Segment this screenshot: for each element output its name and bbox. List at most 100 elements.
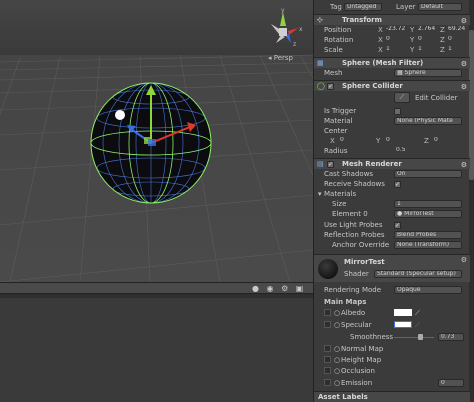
- cast-shadows-dropdown[interactable]: On: [394, 170, 462, 178]
- edit-collider-label: Edit Collider: [415, 94, 458, 102]
- is-trigger-row: Is Trigger: [314, 106, 470, 116]
- materials-size-row: Size 1: [314, 199, 470, 209]
- center-x-field[interactable]: 0: [338, 137, 358, 145]
- height-texture-slot[interactable]: [324, 356, 331, 363]
- edit-collider-row: ⟋ Edit Collider: [314, 92, 470, 104]
- scene-lock-icon[interactable]: ▣: [296, 284, 304, 293]
- persp-label[interactable]: ◂ Persp: [268, 54, 293, 62]
- emission-field[interactable]: 0: [438, 379, 464, 387]
- element0-field[interactable]: ● MirrorTest: [394, 210, 462, 218]
- anchor-override-field[interactable]: None (Transform): [394, 241, 462, 249]
- mesh-renderer-icon: ▤: [317, 160, 324, 168]
- materials-size-field[interactable]: 1: [394, 200, 462, 208]
- rotation-x-field[interactable]: 0: [384, 36, 408, 44]
- smoothness-slider-track[interactable]: [394, 337, 434, 338]
- position-y-field[interactable]: 2.764: [416, 26, 438, 34]
- scene-sphere-icon[interactable]: ●: [252, 284, 259, 293]
- scene-eye-icon[interactable]: ◉: [267, 284, 274, 293]
- material-header[interactable]: MirrorTest Shader Standard (Specular set…: [314, 254, 470, 282]
- mesh-filter-icon: ▦: [317, 59, 324, 67]
- receive-shadows-row: Receive Shadows ✓: [324, 180, 401, 188]
- gizmo-x-cone-icon[interactable]: [288, 28, 298, 35]
- reflection-probes-dropdown[interactable]: Blend Probes: [394, 231, 462, 239]
- albedo-color-swatch[interactable]: [394, 309, 412, 316]
- specular-highlight: [115, 110, 125, 120]
- smoothness-slider-handle[interactable]: [418, 334, 423, 340]
- radius-field[interactable]: 0.5: [394, 147, 424, 155]
- rotation-row: Rotation X0 Y0 Z0: [314, 35, 470, 45]
- emission-texture-slot[interactable]: [324, 379, 331, 386]
- position-x-field[interactable]: -23.72: [384, 26, 408, 34]
- rendering-mode-row: Rendering Mode Opaque: [314, 285, 470, 295]
- center-y-field[interactable]: 0: [384, 137, 404, 145]
- position-row: Position X -23.72 Y 2.764 Z 69.24: [314, 25, 470, 35]
- edit-collider-button[interactable]: ⟋: [394, 92, 410, 103]
- bottom-panel: [0, 294, 313, 402]
- scene-view[interactable]: y x z ◂ Persp: [0, 0, 313, 282]
- mesh-renderer-enabled-checkbox[interactable]: ✓: [327, 161, 334, 168]
- collider-material-field[interactable]: None (Physic Mate: [394, 117, 462, 125]
- light-probes-checkbox[interactable]: ✓: [394, 222, 401, 229]
- asset-labels-header[interactable]: Asset Labels: [314, 391, 470, 402]
- normal-dot-icon: ○: [334, 345, 341, 353]
- receive-shadows-checkbox[interactable]: ✓: [394, 181, 401, 188]
- gizmo-y-cone-icon[interactable]: [280, 12, 286, 26]
- material-gear-icon[interactable]: ⚙: [461, 256, 467, 264]
- occlusion-row: ○ Occlusion: [314, 366, 470, 376]
- specular-texture-slot[interactable]: [324, 321, 331, 328]
- albedo-dot-icon: ○: [334, 309, 341, 317]
- rotation-z-field[interactable]: 0: [446, 36, 468, 44]
- center-label-row: Center: [324, 127, 348, 135]
- albedo-row: ○ Albedo ⟋: [314, 308, 470, 318]
- mesh-renderer-header[interactable]: ▤ ✓ Mesh Renderer ⚙: [314, 158, 470, 169]
- is-trigger-checkbox[interactable]: [394, 108, 401, 115]
- sphere-collider-enabled-checkbox[interactable]: ✓: [327, 83, 334, 90]
- scene-gear-icon[interactable]: ⚙: [281, 284, 288, 293]
- smoothness-field[interactable]: 0.73: [438, 333, 464, 341]
- material-name: MirrorTest: [344, 258, 385, 266]
- occlusion-texture-slot[interactable]: [324, 367, 331, 374]
- sphere-collider-icon: ◯: [317, 82, 325, 90]
- tag-layer-row: Tag Untagged Layer Default: [314, 2, 470, 12]
- bottom-panel-toolbar: ● ◉ ⚙ ▣: [0, 282, 313, 294]
- radius-row: Radius 0.5: [314, 146, 470, 156]
- layer-label: Layer: [396, 3, 416, 11]
- scene-canvas[interactable]: y x z: [0, 0, 313, 282]
- albedo-eyedropper-icon[interactable]: ⟋: [415, 308, 420, 318]
- gizmo-y-label: y: [281, 7, 285, 14]
- anchor-override-row: Anchor Override None (Transform): [314, 240, 470, 250]
- mesh-field[interactable]: ▦ Sphere: [394, 69, 462, 77]
- specular-color-swatch[interactable]: [394, 321, 412, 328]
- panel-tab-icons: ● ◉ ⚙ ▣: [252, 284, 303, 293]
- materials-row[interactable]: ▾ Materials: [314, 189, 470, 199]
- scale-x-field[interactable]: 1: [384, 46, 408, 54]
- center-z-field[interactable]: 0: [432, 137, 452, 145]
- materials-foldout-icon: ▾: [318, 190, 322, 198]
- normal-texture-slot[interactable]: [324, 345, 331, 352]
- transform-header[interactable]: ⊹ Transform ⚙: [314, 14, 470, 25]
- position-z-field[interactable]: 69.24: [446, 26, 468, 34]
- emission-dot-icon: ○: [334, 379, 341, 387]
- specular-dot-icon: ○: [334, 321, 341, 329]
- mesh-filter-header[interactable]: ▦ Sphere (Mesh Filter) ⚙: [314, 57, 470, 68]
- height-map-row: ○ Height Map: [314, 355, 470, 365]
- center-row: X0 Y0 Z0: [314, 136, 470, 146]
- specular-eyedropper-icon[interactable]: ⟋: [415, 320, 420, 330]
- rotation-y-field[interactable]: 0: [416, 36, 438, 44]
- tag-label: Tag: [330, 3, 342, 11]
- collider-material-row: Material None (Physic Mate: [314, 116, 470, 126]
- sphere-collider-header[interactable]: ◯ ✓ Sphere Collider ⚙: [314, 80, 470, 91]
- albedo-texture-slot[interactable]: [324, 309, 331, 316]
- rendering-mode-dropdown[interactable]: Opaque: [394, 286, 462, 294]
- tag-dropdown[interactable]: Untagged: [344, 3, 382, 11]
- persp-text: Persp: [273, 54, 293, 62]
- shader-dropdown[interactable]: Standard (Specular setup): [374, 270, 462, 278]
- normal-map-row: ○ Normal Map: [314, 344, 470, 354]
- orientation-gizmo[interactable]: y x z: [271, 7, 303, 48]
- material-preview-icon: [318, 259, 338, 279]
- inspector-panel: Tag Untagged Layer Default ⊹ Transform ⚙…: [313, 0, 474, 402]
- scale-z-field[interactable]: 1: [446, 46, 468, 54]
- layer-dropdown[interactable]: Default: [418, 3, 462, 11]
- scale-y-field[interactable]: 1: [416, 46, 438, 54]
- edit-collider-icon: ⟋: [399, 93, 405, 101]
